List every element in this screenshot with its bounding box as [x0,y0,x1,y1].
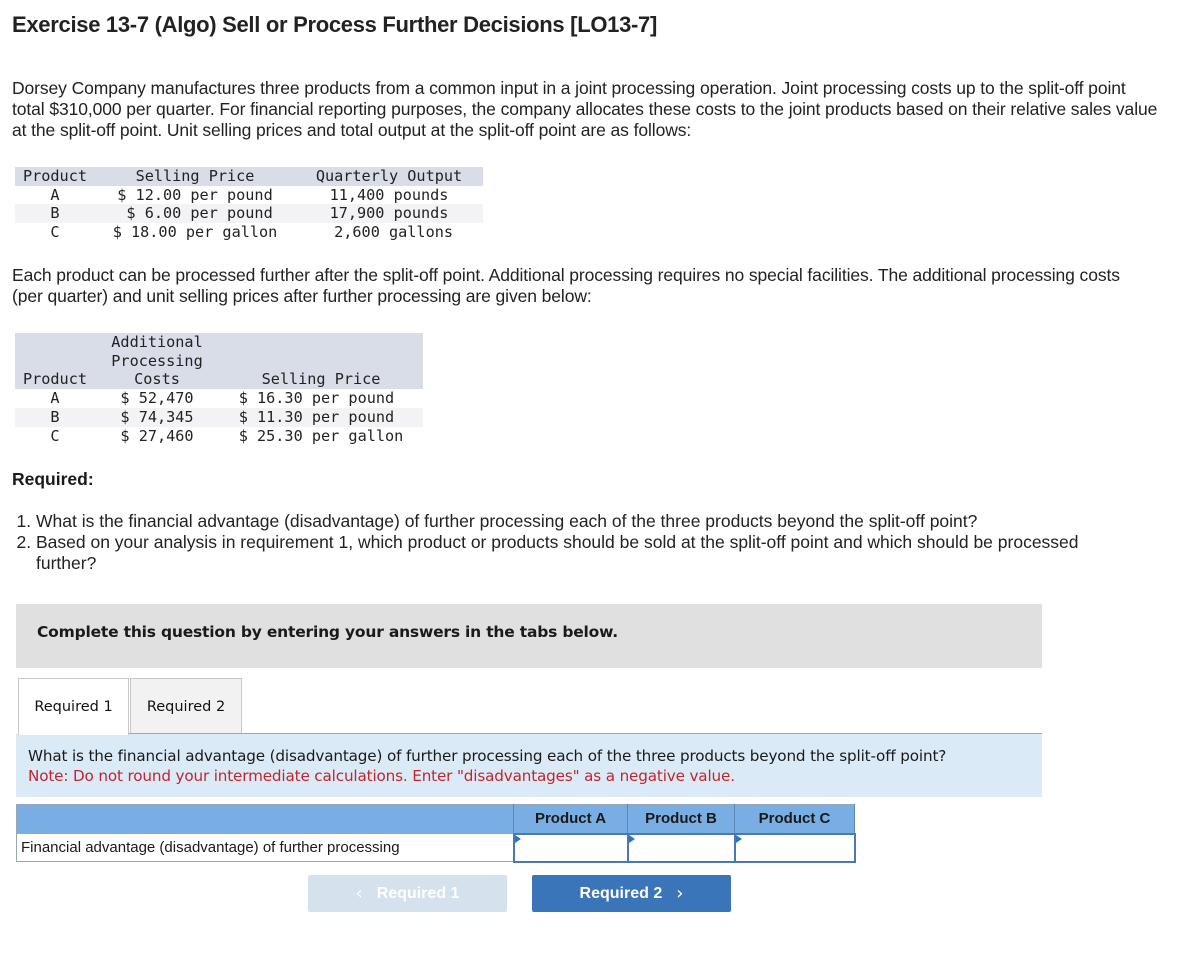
selling-price-cell: $ 18.00 per gallon [112,223,278,242]
col-header-product-c: Product C [734,804,855,834]
selling-price-cell: $ 25.30 per gallon [238,426,404,445]
further-processing-paragraph: Each product can be processed further af… [12,265,1120,306]
next-required-2-button[interactable]: Required 2 › [532,875,731,912]
table-row: C $ 27,460 $ 25.30 per gallon [15,427,423,446]
required-item-2: Based on your analysis in requirement 1,… [36,532,1112,574]
intro-paragraph: Dorsey Company manufactures three produc… [12,78,1158,140]
col-header-product: Product [22,167,87,185]
splitoff-table: Product Selling Price Quarterly Output A… [15,167,483,242]
product-cell: C [50,426,60,445]
product-c-input[interactable] [735,835,854,860]
product-cell: B [50,204,60,223]
instruction-banner: Complete this question by entering your … [16,604,1042,668]
answer-table-header: Product A Product B Product C [16,804,855,834]
table-row: B $ 74,345 $ 11.30 per pound [15,407,423,427]
cost-cell: $ 27,460 [120,426,194,445]
col-header-selling-price: Selling Price [135,167,255,185]
col-header-product-a: Product A [513,804,628,834]
tab-required-2[interactable]: Required 2 [130,678,242,734]
question-panel: What is the financial advantage (disadva… [16,734,1042,797]
answer-table: Product A Product B Product C Financial … [16,804,856,863]
further-processing-table: Product Additional Processing Costs Sell… [15,333,423,445]
product-b-input[interactable] [628,835,734,860]
product-a-cell [512,832,629,863]
col-header-selling-price: Selling Price [261,370,381,389]
table-row: A $ 52,470 $ 16.30 per pound [15,389,423,408]
output-cell: 17,900 pounds [329,204,449,223]
cost-cell: $ 52,470 [120,389,194,408]
tab-required-1[interactable]: Required 1 [18,678,129,735]
row-label-header [16,804,514,834]
col-header-product-b: Product B [627,804,735,834]
table-row: Financial advantage (disadvantage) of fu… [16,832,856,863]
output-cell: 2,600 gallons [324,223,453,242]
chevron-right-icon: › [676,883,684,904]
instruction-text: Complete this question by entering your … [37,623,618,641]
product-b-cell [626,832,736,863]
splitoff-table-header: Product Selling Price Quarterly Output [15,167,483,186]
col-header-quarterly-output: Quarterly Output [315,167,463,185]
cost-cell: $ 74,345 [120,407,194,426]
further-table-header: Product Additional Processing Costs Sell… [15,333,423,390]
question-note: Note: Do not round your intermediate cal… [28,767,735,785]
selling-price-cell: $ 6.00 per pound [117,204,273,223]
required-list: What is the financial advantage (disadva… [12,511,1112,574]
next-button-label: Required 2 [579,884,663,902]
prev-button-label: Required 1 [376,884,460,902]
product-cell: A [50,389,60,408]
input-flag-icon [514,834,521,843]
selling-price-cell: $ 11.30 per pound [238,407,404,426]
product-cell: C [50,223,60,242]
table-row: C $ 18.00 per gallon 2,600 gallons [15,223,483,242]
selling-price-cell: $ 16.30 per pound [238,389,404,408]
product-cell: A [50,185,60,204]
page-title: Exercise 13-7 (Algo) Sell or Process Fur… [12,12,658,37]
question-text: What is the financial advantage (disadva… [28,747,947,765]
row-label: Financial advantage (disadvantage) of fu… [16,833,514,862]
output-cell: 11,400 pounds [329,185,449,204]
chevron-left-icon: ‹ [355,883,363,904]
required-item-1: What is the financial advantage (disadva… [36,511,1112,532]
table-row: A $ 12.00 per pound 11,400 pounds [15,186,483,205]
product-a-input[interactable] [514,835,627,860]
input-flag-icon [735,834,742,843]
col-header-product: Product [22,370,87,389]
table-row: B $ 6.00 per pound 17,900 pounds [15,204,483,224]
required-heading: Required: [12,469,94,489]
col-header-additional-costs: Additional Processing Costs [111,333,203,389]
prev-required-1-button[interactable]: ‹ Required 1 [308,875,507,912]
product-c-cell [733,832,856,863]
selling-price-cell: $ 12.00 per pound [117,185,273,204]
product-cell: B [50,407,60,426]
input-flag-icon [628,834,635,843]
